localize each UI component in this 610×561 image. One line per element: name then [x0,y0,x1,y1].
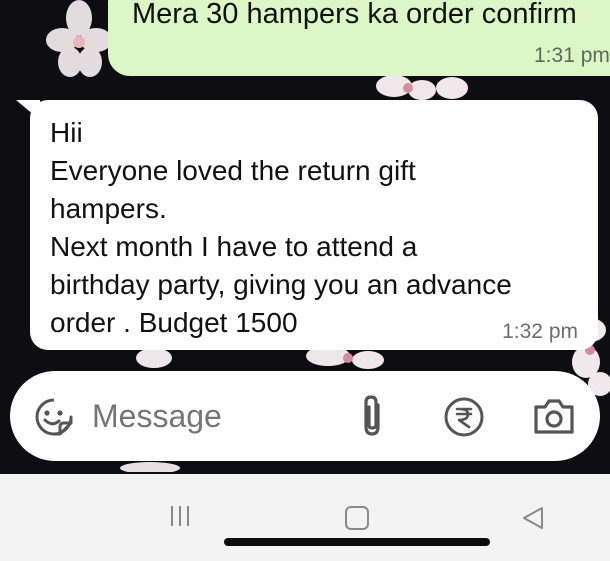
message-line: order . Budget 1500 [50,307,298,338]
outgoing-message-text: Mera 30 hampers ka order confirm [132,0,577,30]
flower-decoration [120,462,180,472]
message-line: Hii [50,117,83,148]
message-line: Next month I have to attend a [50,231,418,262]
chat-background: Mera 30 hampers ka order confirm 1:31 pm… [0,0,610,472]
rupee-icon[interactable] [442,395,486,439]
incoming-message-time: 1:32 pm [502,320,578,343]
incoming-message-bubble[interactable]: Hii Everyone loved the return gift hampe… [30,100,598,350]
attach-icon[interactable] [356,393,388,439]
message-line: hampers. [50,193,167,224]
outgoing-message-bubble[interactable]: Mera 30 hampers ka order confirm 1:31 pm [108,0,610,76]
flower-decoration [46,0,112,77]
home-icon[interactable] [343,504,371,532]
outgoing-message-time: 1:31 pm [534,44,610,67]
message-line: Everyone loved the return gift [50,155,416,186]
incoming-message-text: Hii Everyone loved the return gift hampe… [50,114,512,342]
message-input[interactable] [92,398,342,435]
message-line: birthday party, giving you an advance [50,269,512,300]
home-indicator[interactable] [224,538,490,546]
recent-apps-icon[interactable] [168,502,192,530]
back-icon[interactable] [520,504,546,532]
emoji-icon[interactable] [34,397,74,437]
camera-icon[interactable] [532,395,576,437]
message-composer[interactable] [10,371,600,461]
system-navigation-bar [0,474,610,561]
